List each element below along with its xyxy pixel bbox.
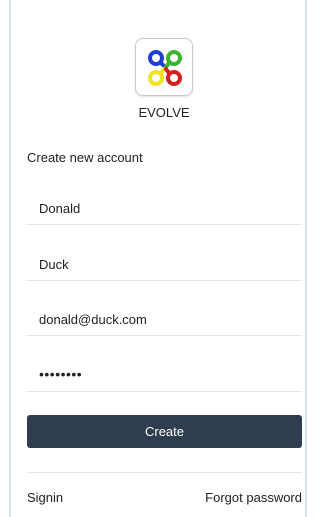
password-value: •••••••• xyxy=(39,366,83,382)
first-name-value: Donald xyxy=(39,201,81,216)
evolve-logo xyxy=(135,38,193,96)
panel-right-border xyxy=(305,0,307,517)
last-name-value: Duck xyxy=(39,257,69,272)
panel-left-border xyxy=(9,0,11,517)
first-name-field[interactable]: Donald xyxy=(27,195,301,225)
create-button[interactable]: Create xyxy=(27,415,302,448)
signup-panel: EVOLVE Create new account Donald Duck do… xyxy=(0,0,310,517)
evolve-logo-icon xyxy=(148,50,182,86)
signin-link[interactable]: Signin xyxy=(27,490,63,505)
forgot-password-link[interactable]: Forgot password xyxy=(205,490,302,505)
last-name-field[interactable]: Duck xyxy=(27,251,301,281)
email-field[interactable]: donald@duck.com xyxy=(27,306,301,336)
email-value: donald@duck.com xyxy=(39,312,147,327)
password-field[interactable]: •••••••• xyxy=(27,362,301,392)
form-title: Create new account xyxy=(27,150,143,165)
brand-name: EVOLVE xyxy=(138,105,190,120)
divider xyxy=(27,472,302,473)
